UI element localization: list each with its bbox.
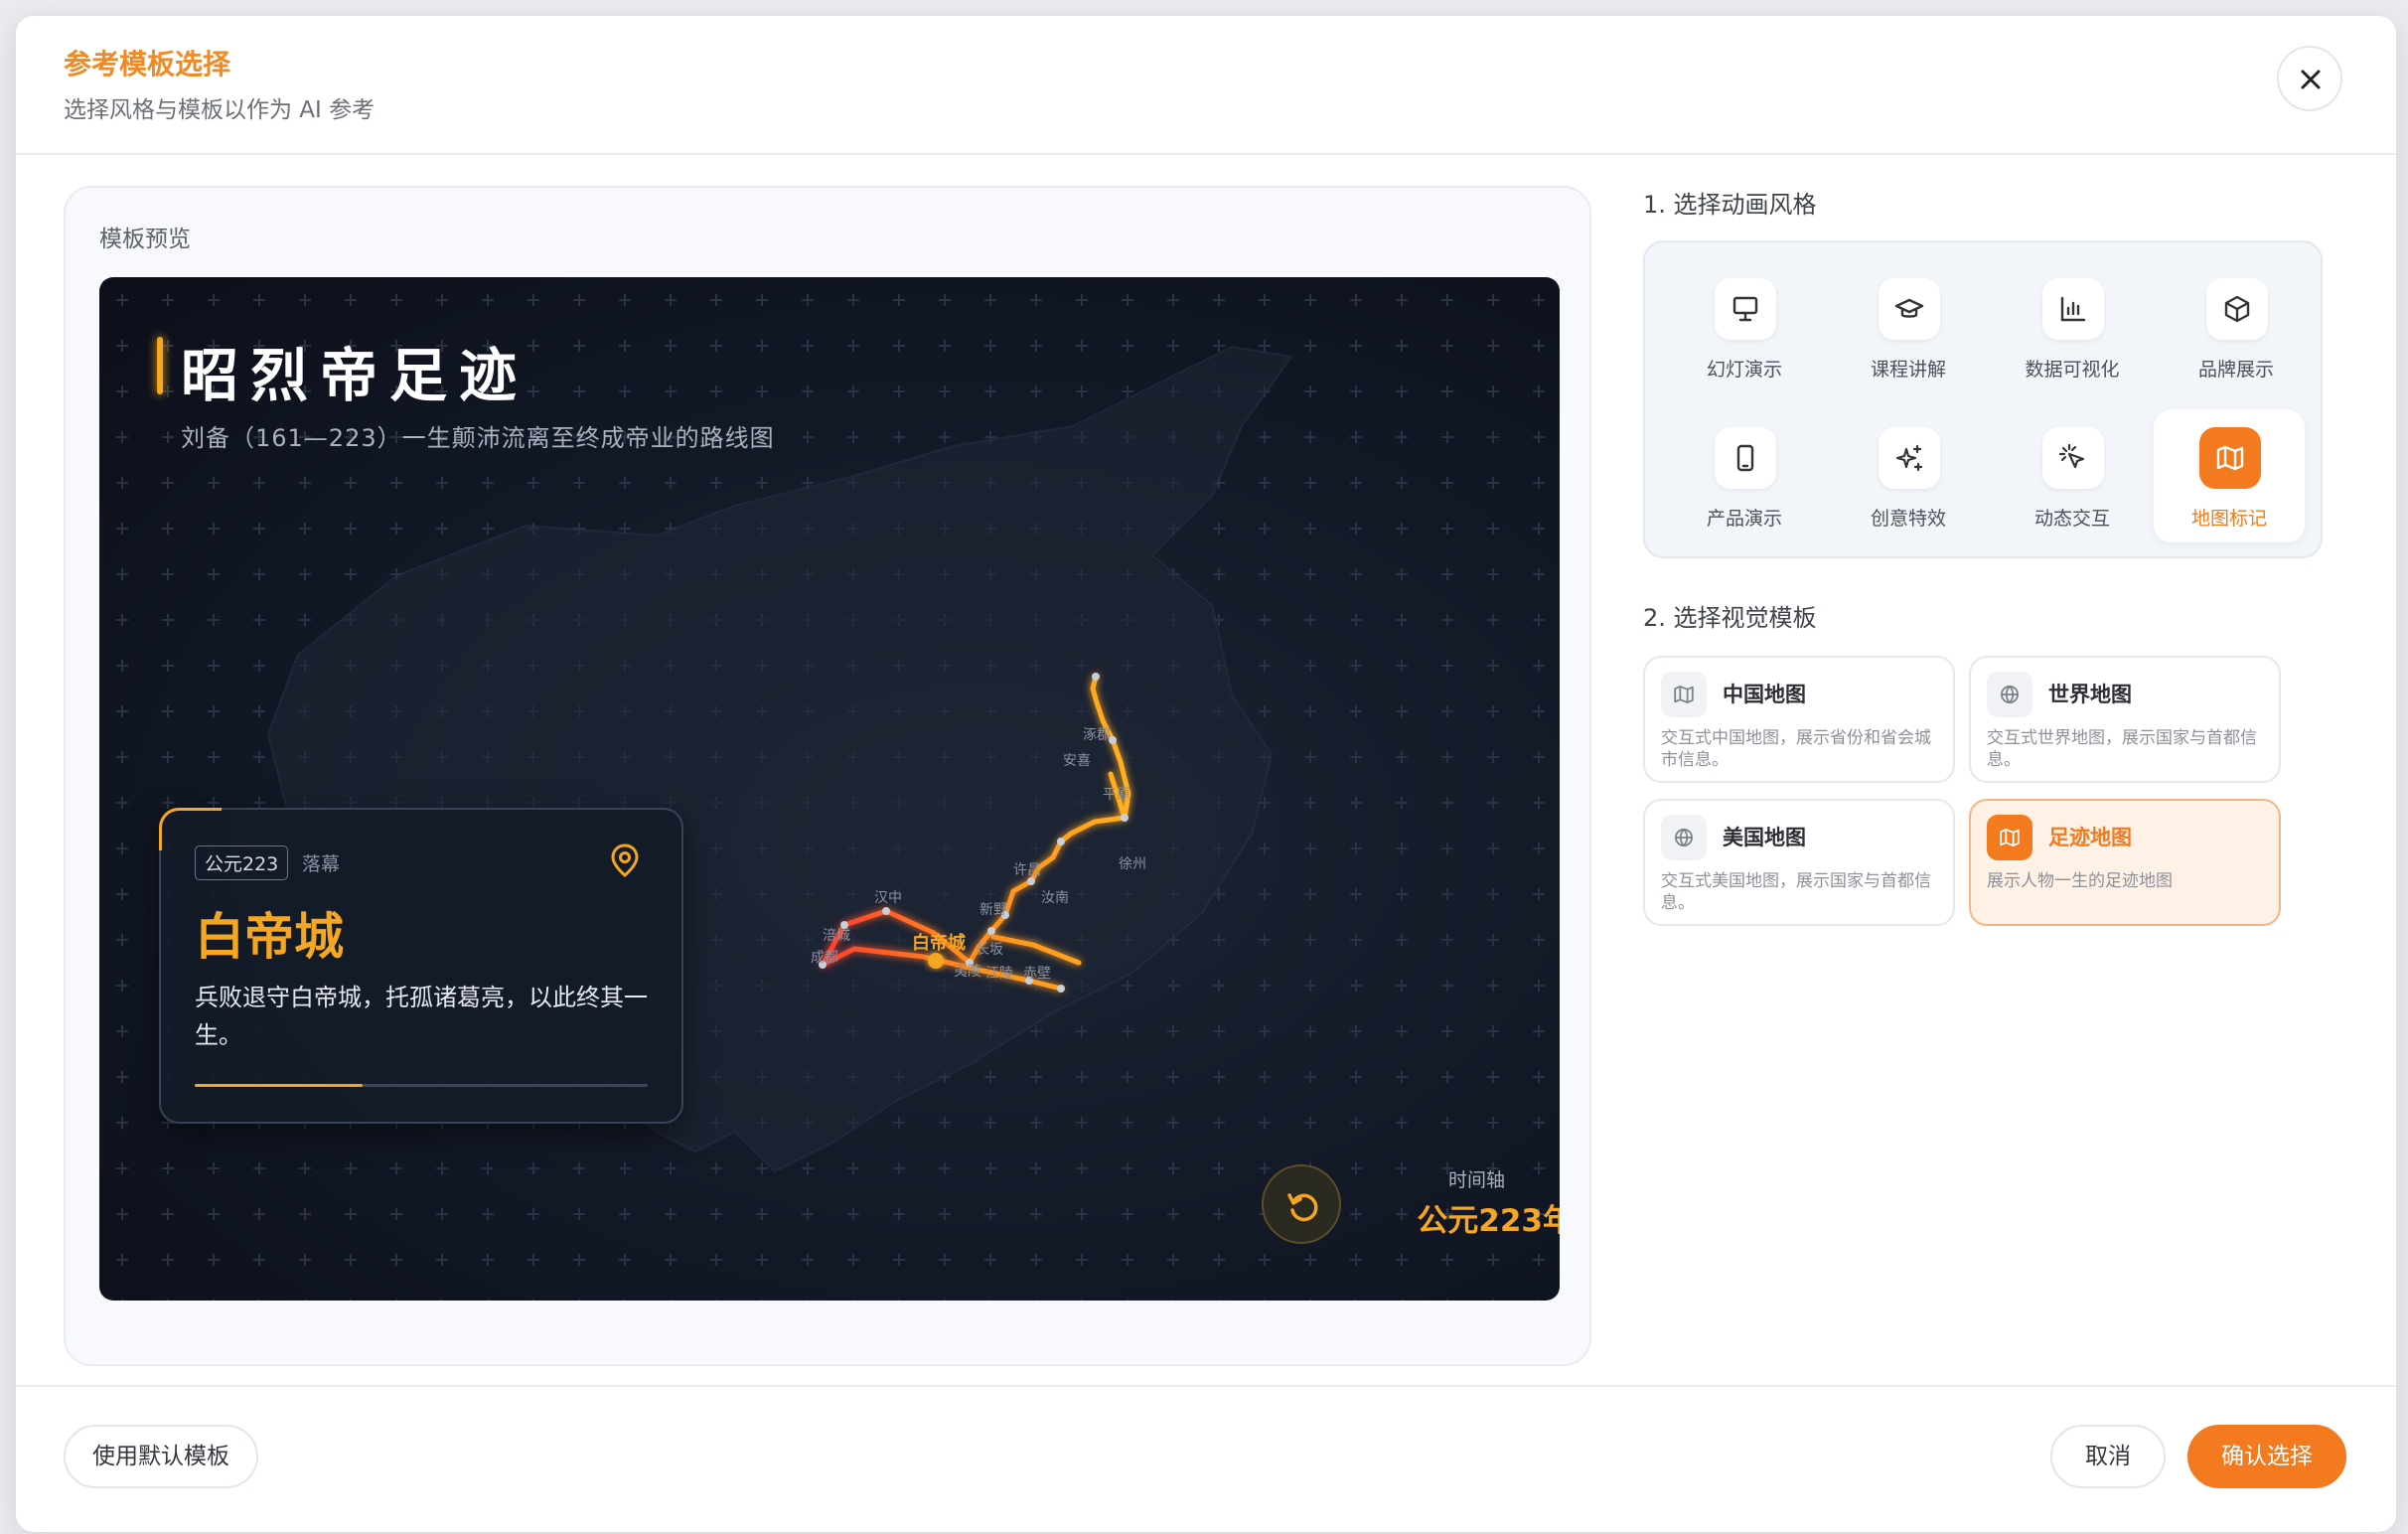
route-label: 成都 [811,950,838,966]
map-icon [1674,686,1694,703]
style-item-course[interactable]: 课程讲解 [1835,262,1982,391]
graduation-cap-icon [1894,298,1924,318]
dialog-title: 参考模板选择 [64,48,231,80]
style-item-label: 课程讲解 [1870,359,1946,381]
style-item-dataviz[interactable]: 数据可视化 [1999,262,2146,391]
template-name: 美国地图 [1723,826,1806,849]
preview-panel: 模板预览 涿郡 安喜 平原 徐州 许昌 汝南 新野 长坂 江陵 赤壁 汉中 涪城… [64,186,1591,1366]
route-label: 许昌 [1013,862,1041,878]
stage-label: 落幕 [302,853,341,875]
template-selection-dialog: 参考模板选择 选择风格与模板以作为 AI 参考 模板预览 涿郡 安喜 平原 徐州… [16,16,2396,1532]
dialog-header: 参考模板选择 选择风格与模板以作为 AI 参考 [16,16,2396,155]
route-label: 江陵 [985,966,1013,982]
dialog-subtitle: 选择风格与模板以作为 AI 参考 [64,97,376,123]
template-description: 交互式中国地图，展示省份和省会城市信息。 [1661,728,1931,770]
route-label: 长坂 [976,942,1003,958]
template-card-us-map[interactable]: 美国地图 交互式美国地图，展示国家与首都信息。 [1643,799,1955,926]
style-item-label: 幻灯演示 [1706,359,1782,381]
progress-fill [195,1084,363,1087]
style-item-label: 数据可视化 [2025,359,2120,381]
style-item-slides[interactable]: 幻灯演示 [1671,262,1818,391]
globe-icon [1675,829,1693,847]
bar-chart-icon [2060,296,2086,322]
route-label: 平原 [1103,787,1130,803]
route-label: 涿郡 [1083,727,1111,743]
replay-button[interactable] [1262,1164,1341,1244]
location-info-card: 公元223 落幕 白帝城 兵败退守白帝城，托孤诸葛亮，以此终其一生。 [159,808,683,1124]
route-label: 新野 [979,902,1007,918]
style-item-label: 动态交互 [2033,508,2110,530]
route-label: 汝南 [1041,890,1069,906]
card-corner-accent [159,808,222,850]
map-icon [2000,829,2020,846]
globe-icon [2001,686,2019,704]
dialog-footer: 使用默认模板 取消 确认选择 [16,1385,2396,1532]
pointer-click-icon [2058,443,2085,469]
route-label: 夷陵 [954,964,981,980]
style-item-brand[interactable]: 品牌展示 [2163,262,2310,391]
timeline-label: 时间轴 [1448,1169,1506,1191]
route-label: 安喜 [1063,753,1091,769]
template-name: 足迹地图 [2048,826,2132,849]
year-tag: 公元223 [195,845,289,880]
replay-icon [1287,1193,1318,1222]
template-description: 交互式世界地图，展示国家与首都信息。 [1987,728,2257,770]
template-card-footprint-map[interactable]: 足迹地图 展示人物一生的足迹地图 [1969,799,2281,926]
location-pin-icon [611,844,639,877]
style-item-label: 创意特效 [1870,508,1946,530]
style-section-label: 1. 选择动画风格 [1643,191,1817,219]
style-item-label: 地图标记 [2190,508,2267,530]
timeline-year: 公元223年 [1417,1203,1560,1239]
style-grid: 幻灯演示 课程讲解 数据可视化 品牌展示 产品演示 创意特效 动态交互 地图标记 [1643,240,2323,558]
style-item-label: 品牌展示 [2197,359,2274,381]
style-item-creative[interactable]: 创意特效 [1835,411,1982,540]
title-accent-bar [157,337,163,394]
close-icon [2301,70,2321,89]
preview-label: 模板预览 [99,227,191,252]
confirm-button[interactable]: 确认选择 [2187,1425,2346,1488]
phone-icon [1736,444,1754,472]
place-description: 兵败退守白帝城，托孤诸葛亮，以此终其一生。 [195,984,648,1049]
use-default-template-button[interactable]: 使用默认模板 [64,1425,258,1488]
place-name: 白帝城 [195,908,344,966]
sparkles-icon [1895,444,1923,472]
template-description: 交互式美国地图，展示国家与首都信息。 [1661,871,1931,913]
map-icon [2216,445,2244,471]
route-label: 汉中 [874,890,902,906]
style-item-map-marker[interactable]: 地图标记 [2154,409,2305,542]
template-preview-canvas: 涿郡 安喜 平原 徐州 许昌 汝南 新野 长坂 江陵 赤壁 汉中 涪城 成都 夷… [99,277,1560,1301]
presentation-icon [1732,296,1758,322]
map-title: 昭烈帝足迹 [181,342,529,409]
map-subtitle: 刘备（161—223）一生颠沛流离至终成帝业的路线图 [181,424,775,452]
style-item-label: 产品演示 [1706,508,1782,530]
style-item-interactive[interactable]: 动态交互 [1999,411,2146,540]
cube-icon [2224,295,2250,323]
current-location-label: 白帝城 [912,933,966,954]
template-name: 中国地图 [1723,683,1806,706]
route-label: 赤壁 [1023,966,1051,982]
close-button[interactable] [2277,46,2342,111]
cancel-button[interactable]: 取消 [2050,1425,2166,1488]
template-card-world-map[interactable]: 世界地图 交互式世界地图，展示国家与首都信息。 [1969,656,2281,783]
template-section-label: 2. 选择视觉模板 [1643,604,1817,632]
template-name: 世界地图 [2048,683,2132,706]
route-label: 涪城 [823,928,850,944]
template-card-china-map[interactable]: 中国地图 交互式中国地图，展示省份和省会城市信息。 [1643,656,1955,783]
style-item-product[interactable]: 产品演示 [1671,411,1818,540]
template-description: 展示人物一生的足迹地图 [1987,871,2173,891]
route-label: 徐州 [1119,856,1146,872]
